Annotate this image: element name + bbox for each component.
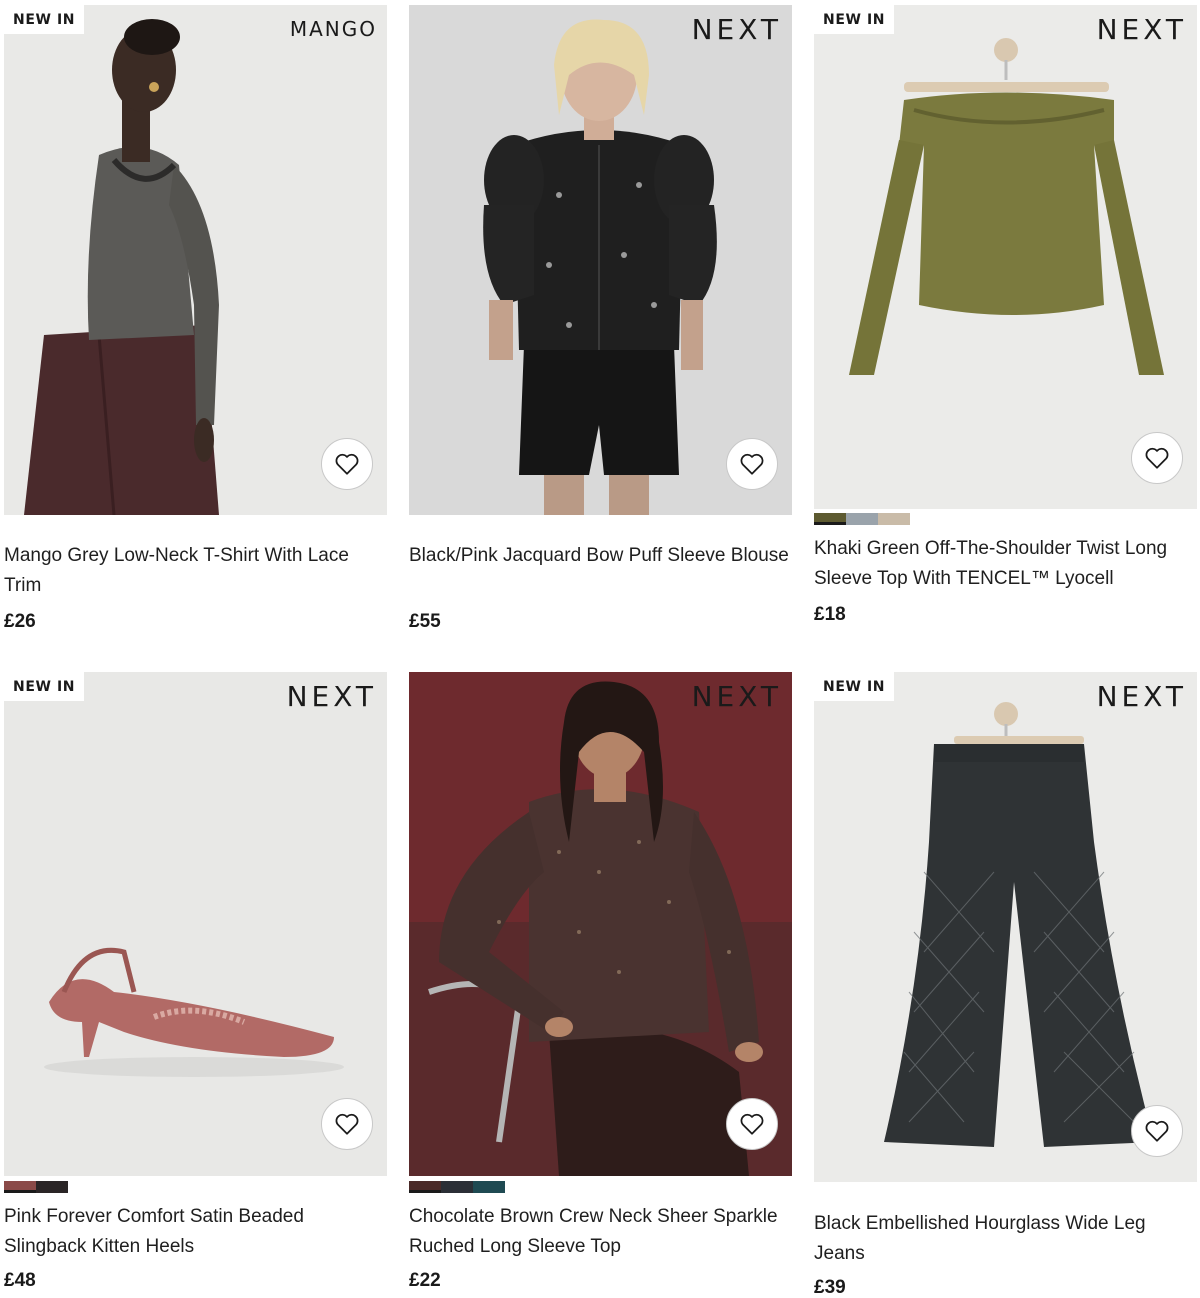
new-in-badge: NEW IN bbox=[4, 672, 85, 701]
new-in-badge: NEW IN bbox=[814, 672, 895, 701]
brand-logo: NEXT bbox=[286, 680, 377, 713]
colour-swatch[interactable] bbox=[846, 513, 878, 525]
product-photo bbox=[409, 5, 792, 515]
colour-swatch[interactable] bbox=[473, 1181, 505, 1193]
product-photo bbox=[814, 5, 1197, 509]
product-price: £26 bbox=[4, 611, 36, 632]
colour-swatch[interactable] bbox=[4, 1181, 36, 1193]
product-photo bbox=[4, 5, 387, 515]
heart-outline-icon bbox=[1145, 1120, 1169, 1142]
product-title[interactable]: Mango Grey Low-Neck T-Shirt With Lace Tr… bbox=[4, 541, 387, 601]
favourite-button[interactable] bbox=[726, 438, 778, 490]
colour-swatch[interactable] bbox=[814, 513, 846, 525]
colour-swatch[interactable] bbox=[878, 513, 910, 525]
product-image[interactable]: NEXT bbox=[409, 5, 792, 515]
new-in-badge: NEW IN bbox=[4, 5, 85, 34]
product-title[interactable]: Pink Forever Comfort Satin Beaded Slingb… bbox=[4, 1202, 387, 1262]
heart-outline-icon bbox=[335, 1113, 359, 1135]
colour-swatches[interactable] bbox=[814, 513, 910, 525]
colour-swatch[interactable] bbox=[409, 1181, 441, 1193]
product-price: £55 bbox=[409, 611, 441, 632]
brand-logo: NEXT bbox=[691, 680, 782, 713]
product-photo bbox=[409, 672, 792, 1176]
colour-swatches[interactable] bbox=[409, 1181, 505, 1193]
brand-logo: NEXT bbox=[691, 13, 782, 46]
heart-outline-icon bbox=[335, 453, 359, 475]
product-price: £39 bbox=[814, 1277, 846, 1298]
heart-outline-icon bbox=[740, 453, 764, 475]
heart-outline-icon bbox=[740, 1113, 764, 1135]
favourite-button[interactable] bbox=[321, 438, 373, 490]
product-title[interactable]: Black/Pink Jacquard Bow Puff Sleeve Blou… bbox=[409, 541, 792, 571]
product-title[interactable]: Chocolate Brown Crew Neck Sheer Sparkle … bbox=[409, 1202, 792, 1262]
product-title[interactable]: Khaki Green Off-The-Shoulder Twist Long … bbox=[814, 534, 1197, 594]
product-image[interactable]: NEW IN NEXT bbox=[814, 5, 1197, 509]
colour-swatch[interactable] bbox=[441, 1181, 473, 1193]
brand-logo: NEXT bbox=[1096, 13, 1187, 46]
product-image[interactable]: NEW IN NEXT bbox=[4, 672, 387, 1176]
product-image[interactable]: NEXT bbox=[409, 672, 792, 1176]
heart-outline-icon bbox=[1145, 447, 1169, 469]
favourite-button[interactable] bbox=[726, 1098, 778, 1150]
colour-swatch[interactable] bbox=[36, 1181, 68, 1193]
product-price: £48 bbox=[4, 1270, 36, 1291]
favourite-button[interactable] bbox=[321, 1098, 373, 1150]
brand-logo: NEXT bbox=[1096, 680, 1187, 713]
colour-swatches[interactable] bbox=[4, 1181, 68, 1193]
product-title[interactable]: Black Embellished Hourglass Wide Leg Jea… bbox=[814, 1209, 1197, 1269]
product-photo bbox=[4, 672, 387, 1176]
brand-logo: MANGO bbox=[289, 17, 377, 41]
favourite-button[interactable] bbox=[1131, 432, 1183, 484]
product-price: £18 bbox=[814, 604, 846, 625]
favourite-button[interactable] bbox=[1131, 1105, 1183, 1157]
product-image[interactable]: NEW IN MANGO bbox=[4, 5, 387, 515]
product-photo bbox=[814, 672, 1197, 1182]
product-price: £22 bbox=[409, 1270, 441, 1291]
new-in-badge: NEW IN bbox=[814, 5, 895, 34]
product-image[interactable]: NEW IN NEXT bbox=[814, 672, 1197, 1182]
